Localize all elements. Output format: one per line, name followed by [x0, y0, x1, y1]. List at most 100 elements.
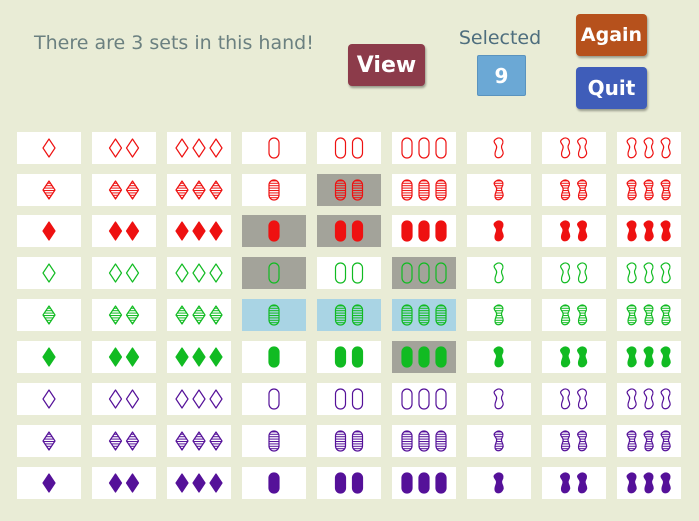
- card-1-green-solid-squiggle[interactable]: [467, 341, 531, 373]
- view-button[interactable]: View: [348, 44, 425, 86]
- card-3-purple-solid-diamond[interactable]: [167, 467, 231, 499]
- card-2-purple-empty-diamond[interactable]: [92, 383, 156, 415]
- card-1-purple-solid-squiggle[interactable]: [467, 467, 531, 499]
- card-1-red-empty-squiggle[interactable]: [467, 132, 531, 164]
- card-2-green-striped-squiggle[interactable]: [542, 299, 606, 331]
- diamond-symbol: [125, 221, 140, 241]
- card-1-purple-empty-squiggle[interactable]: [467, 383, 531, 415]
- oval-symbol: [334, 262, 347, 284]
- card-3-green-empty-squiggle[interactable]: [617, 257, 681, 289]
- card-2-red-striped-oval[interactable]: [317, 174, 381, 206]
- card-3-green-empty-diamond[interactable]: [167, 257, 231, 289]
- oval-symbol: [435, 137, 447, 159]
- quit-button[interactable]: Quit: [576, 67, 647, 109]
- diamond-symbols: [108, 138, 140, 158]
- card-1-red-striped-squiggle[interactable]: [467, 174, 531, 206]
- card-2-purple-striped-oval[interactable]: [317, 425, 381, 457]
- card-3-red-empty-squiggle[interactable]: [617, 132, 681, 164]
- card-1-purple-empty-diamond[interactable]: [17, 383, 81, 415]
- card-3-red-striped-squiggle[interactable]: [617, 174, 681, 206]
- card-2-green-solid-oval[interactable]: [317, 341, 381, 373]
- card-2-red-solid-oval[interactable]: [317, 215, 381, 247]
- card-1-purple-striped-squiggle[interactable]: [467, 425, 531, 457]
- card-1-red-striped-diamond[interactable]: [17, 174, 81, 206]
- card-1-green-solid-diamond[interactable]: [17, 341, 81, 373]
- card-3-red-solid-diamond[interactable]: [167, 215, 231, 247]
- card-2-green-solid-squiggle[interactable]: [542, 341, 606, 373]
- card-2-purple-empty-squiggle[interactable]: [542, 383, 606, 415]
- oval-symbol: [334, 472, 347, 494]
- card-1-red-solid-squiggle[interactable]: [467, 215, 531, 247]
- card-1-red-striped-oval[interactable]: [242, 174, 306, 206]
- card-2-red-striped-diamond[interactable]: [92, 174, 156, 206]
- card-1-purple-solid-oval[interactable]: [242, 467, 306, 499]
- card-3-red-solid-squiggle[interactable]: [617, 215, 681, 247]
- card-1-green-striped-oval[interactable]: [242, 299, 306, 331]
- card-1-purple-solid-diamond[interactable]: [17, 467, 81, 499]
- card-2-green-empty-diamond[interactable]: [92, 257, 156, 289]
- squiggle-symbol: [660, 346, 671, 368]
- diamond-symbols: [175, 263, 223, 283]
- card-2-red-empty-diamond[interactable]: [92, 132, 156, 164]
- diamond-symbols: [175, 180, 223, 200]
- oval-symbol: [401, 262, 413, 284]
- card-1-purple-striped-oval[interactable]: [242, 425, 306, 457]
- card-3-red-striped-oval[interactable]: [392, 174, 456, 206]
- card-2-red-empty-squiggle[interactable]: [542, 132, 606, 164]
- card-1-green-solid-oval[interactable]: [242, 341, 306, 373]
- card-2-red-solid-diamond[interactable]: [92, 215, 156, 247]
- card-3-green-striped-squiggle[interactable]: [617, 299, 681, 331]
- squiggle-symbol: [660, 137, 671, 159]
- card-3-red-empty-diamond[interactable]: [167, 132, 231, 164]
- card-1-green-striped-diamond[interactable]: [17, 299, 81, 331]
- oval-symbol: [268, 304, 280, 326]
- card-3-purple-striped-squiggle[interactable]: [617, 425, 681, 457]
- card-2-green-empty-squiggle[interactable]: [542, 257, 606, 289]
- card-3-purple-solid-oval[interactable]: [392, 467, 456, 499]
- card-2-green-striped-diamond[interactable]: [92, 299, 156, 331]
- card-3-red-empty-oval[interactable]: [392, 132, 456, 164]
- card-1-green-empty-diamond[interactable]: [17, 257, 81, 289]
- card-1-purple-striped-diamond[interactable]: [17, 425, 81, 457]
- card-2-purple-solid-squiggle[interactable]: [542, 467, 606, 499]
- squiggle-symbol: [560, 262, 571, 284]
- card-2-purple-empty-oval[interactable]: [317, 383, 381, 415]
- card-3-red-solid-oval[interactable]: [392, 215, 456, 247]
- card-2-green-solid-diamond[interactable]: [92, 341, 156, 373]
- card-3-green-solid-oval[interactable]: [392, 341, 456, 373]
- card-2-purple-striped-squiggle[interactable]: [542, 425, 606, 457]
- card-3-purple-solid-squiggle[interactable]: [617, 467, 681, 499]
- card-1-green-empty-squiggle[interactable]: [467, 257, 531, 289]
- card-2-red-striped-squiggle[interactable]: [542, 174, 606, 206]
- card-3-purple-striped-oval[interactable]: [392, 425, 456, 457]
- card-3-green-striped-oval[interactable]: [392, 299, 456, 331]
- card-1-green-empty-oval[interactable]: [242, 257, 306, 289]
- card-3-green-empty-oval[interactable]: [392, 257, 456, 289]
- card-1-red-empty-oval[interactable]: [242, 132, 306, 164]
- card-2-purple-solid-diamond[interactable]: [92, 467, 156, 499]
- card-1-green-striped-squiggle[interactable]: [467, 299, 531, 331]
- card-2-green-empty-oval[interactable]: [317, 257, 381, 289]
- card-1-red-empty-diamond[interactable]: [17, 132, 81, 164]
- card-1-purple-empty-oval[interactable]: [242, 383, 306, 415]
- card-1-red-solid-diamond[interactable]: [17, 215, 81, 247]
- card-2-purple-striped-diamond[interactable]: [92, 425, 156, 457]
- again-button[interactable]: Again: [576, 14, 647, 56]
- diamond-symbol: [42, 389, 56, 409]
- card-3-red-striped-diamond[interactable]: [167, 174, 231, 206]
- card-3-green-solid-diamond[interactable]: [167, 341, 231, 373]
- card-3-green-solid-squiggle[interactable]: [617, 341, 681, 373]
- card-3-purple-empty-squiggle[interactable]: [617, 383, 681, 415]
- squiggle-symbols: [626, 430, 671, 452]
- card-3-purple-empty-diamond[interactable]: [167, 383, 231, 415]
- card-3-purple-striped-diamond[interactable]: [167, 425, 231, 457]
- card-3-purple-empty-oval[interactable]: [392, 383, 456, 415]
- squiggle-symbols: [560, 388, 588, 410]
- diamond-symbols: [175, 431, 223, 451]
- card-1-red-solid-oval[interactable]: [242, 215, 306, 247]
- card-2-purple-solid-oval[interactable]: [317, 467, 381, 499]
- card-3-green-striped-diamond[interactable]: [167, 299, 231, 331]
- card-2-red-solid-squiggle[interactable]: [542, 215, 606, 247]
- card-2-red-empty-oval[interactable]: [317, 132, 381, 164]
- card-2-green-striped-oval[interactable]: [317, 299, 381, 331]
